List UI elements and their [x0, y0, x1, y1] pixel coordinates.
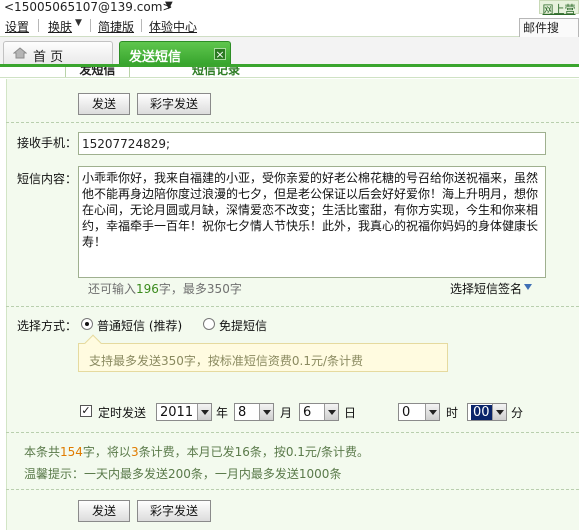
tab-send-sms-label: 发送短信: [129, 50, 182, 65]
menu-experience[interactable]: 体验中心: [149, 18, 197, 35]
recipient-input[interactable]: 15207724829;: [78, 132, 546, 155]
counter-value: 196: [136, 282, 159, 296]
chevron-down-icon[interactable]: [492, 404, 506, 420]
menu-skin[interactable]: 换肤: [48, 18, 72, 35]
billing-info: 本条共154字，将以3条计费，本月已发16条，按0.1元/条计费。: [24, 443, 369, 460]
divider: [6, 306, 579, 307]
billing-text: 字，将以: [82, 445, 131, 459]
chevron-down-icon[interactable]: [259, 404, 273, 420]
signature-dropdown-icon[interactable]: [524, 284, 532, 290]
content-footer: 还可输入196字，最多350字 选择短信签名: [78, 280, 546, 298]
pricing-tip: 支持最多发送350字，按标准短信资费0.1元/条计费: [78, 334, 448, 372]
menu-separator: [141, 19, 142, 32]
year-select[interactable]: 2011: [156, 403, 212, 421]
month-value: 8: [238, 405, 247, 420]
hour-value: 0: [402, 405, 411, 420]
char-counter: 还可输入196字，最多350字: [88, 280, 242, 297]
billing-text: 本条共: [24, 445, 61, 459]
year-value: 2011: [160, 405, 194, 420]
subtab-send[interactable]: 发短信: [65, 67, 130, 77]
skin-dropdown-icon[interactable]: ▼: [75, 18, 82, 28]
month-select[interactable]: 8: [234, 403, 274, 421]
radio-free-label[interactable]: 免提短信: [219, 317, 267, 334]
minute-value: 00: [471, 405, 492, 420]
subtab-records[interactable]: 短信记录: [192, 67, 240, 77]
account-email[interactable]: <15005065107@139.com>: [4, 0, 172, 14]
menu-separator: [90, 19, 91, 32]
divider: [6, 122, 579, 123]
minute-unit: 分: [511, 406, 524, 420]
recipient-label: 接收手机：: [17, 136, 78, 150]
day-value: 6: [303, 405, 312, 420]
year-unit: 年: [216, 406, 229, 420]
menu-settings[interactable]: 设置: [5, 18, 29, 35]
radio-free-sms[interactable]: [203, 318, 215, 330]
hour-select[interactable]: 0: [398, 403, 440, 421]
corner-link[interactable]: 网上营: [539, 0, 579, 16]
account-bar: <15005065107@139.com> ▼ 网上营: [0, 0, 579, 16]
color-send-button-top[interactable]: 彩字发送: [137, 93, 211, 115]
content-label: 短信内容：: [17, 172, 78, 186]
color-send-button-bottom[interactable]: 彩字发送: [137, 500, 211, 522]
content-textarea[interactable]: 小乖乖你好，我来自福建的小亚，受你亲爱的好老公棉花糖的号召给你送祝福来，虽然他不…: [78, 166, 546, 278]
hour-unit: 时: [446, 406, 459, 420]
tip-text: 支持最多发送350字，按标准短信资费0.1元/条计费: [89, 354, 364, 368]
account-dropdown-icon[interactable]: ▼: [165, 0, 173, 11]
schedule-checkbox[interactable]: ✓: [80, 405, 92, 417]
divider: [6, 432, 579, 433]
counter-prefix: 还可输入: [88, 282, 137, 296]
signature-selector[interactable]: 选择短信签名: [450, 280, 522, 297]
schedule-label[interactable]: 定时发送: [98, 404, 146, 421]
day-select[interactable]: 6: [299, 403, 339, 421]
minute-select[interactable]: 00: [467, 403, 507, 421]
month-unit: 月: [280, 406, 293, 420]
chevron-down-icon[interactable]: [324, 404, 338, 420]
tab-home[interactable]: 首 页: [3, 41, 113, 65]
limit-tip: 温馨提示：一天内最多发送200条，一月内最多发送1000条: [24, 467, 342, 481]
chevron-down-icon[interactable]: [197, 404, 211, 420]
tab-bar: 首 页 发送短信 ×: [0, 37, 579, 67]
home-icon: [13, 47, 27, 59]
menu-separator: [38, 19, 39, 32]
send-button-top[interactable]: 发送: [78, 93, 130, 115]
billing-char-count: 154: [60, 445, 83, 459]
tab-home-label: 首 页: [33, 50, 64, 65]
menu-bar: 设置 换肤 ▼ 简捷版 体验中心 邮件搜: [0, 15, 579, 38]
menu-simple[interactable]: 简捷版: [98, 18, 134, 35]
content-text: 小乖乖你好，我来自福建的小亚，受你亲爱的好老公棉花糖的号召给你送祝福来，虽然他不…: [82, 171, 539, 249]
radio-normal-label[interactable]: 普通短信 (推荐): [97, 317, 182, 334]
close-icon[interactable]: ×: [214, 48, 226, 60]
counter-suffix: 字，最多350字: [158, 282, 242, 296]
radio-normal-sms[interactable]: [81, 318, 93, 330]
day-unit: 日: [344, 406, 357, 420]
mail-search-box[interactable]: 邮件搜: [519, 18, 579, 38]
recipient-value: 15207724829;: [82, 137, 171, 151]
billing-text: 条计费，本月已发16条，按0.1元/条计费。: [138, 445, 369, 459]
sub-tabs: 发短信 短信记录: [0, 67, 579, 78]
method-label: 选择方式：: [17, 319, 78, 333]
divider: [6, 489, 579, 490]
chevron-down-icon[interactable]: [425, 404, 439, 420]
billing-msg-count: 3: [130, 445, 139, 459]
send-button-bottom[interactable]: 发送: [78, 500, 130, 522]
